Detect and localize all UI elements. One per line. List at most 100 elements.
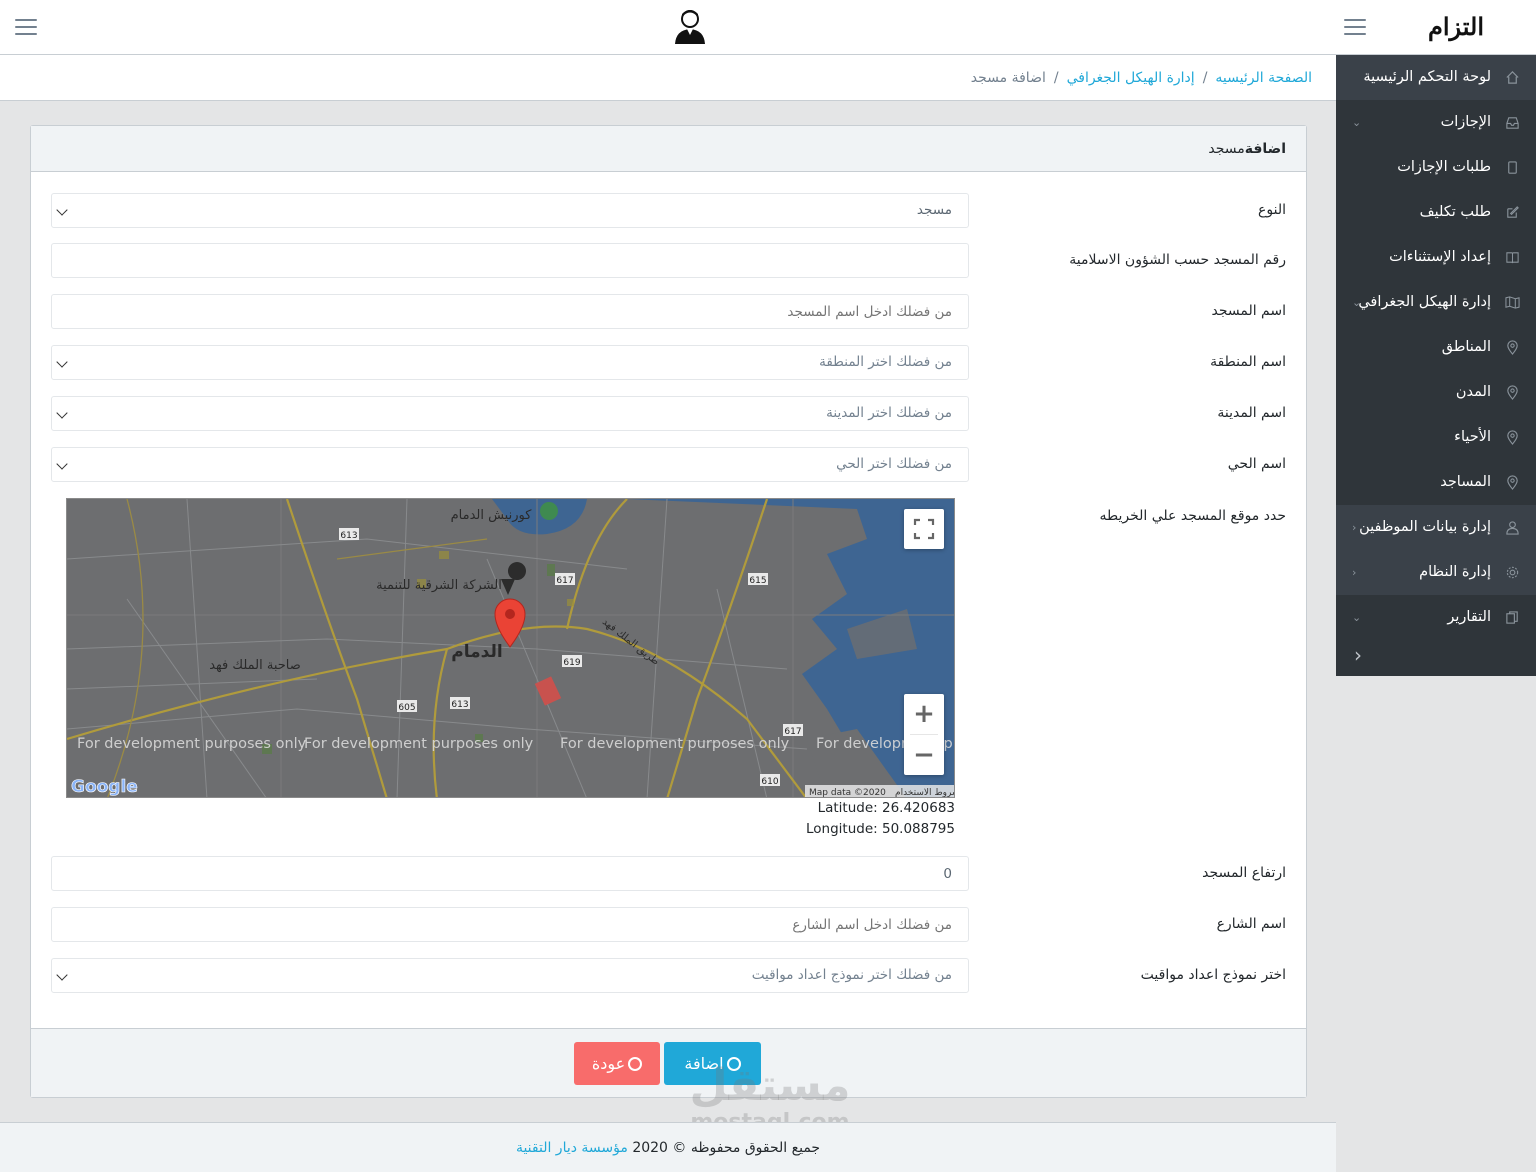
- sidebar-minimizer-icon[interactable]: ›: [1336, 640, 1536, 676]
- inbox-icon: [1506, 117, 1519, 129]
- top-header: التزام: [0, 0, 1536, 55]
- location-map[interactable]: كورنيش الدمام الشركة الشرقية للتنمية صاح…: [66, 498, 955, 798]
- sidebar-item-label: طلب تكليف: [1419, 204, 1491, 220]
- location-pin-icon: [1507, 385, 1518, 400]
- type-select[interactable]: مسجد: [51, 193, 969, 228]
- svg-text:الدمام: الدمام: [451, 642, 502, 662]
- street-label: اسم الشارع: [1216, 916, 1286, 932]
- sidebar: لوحة التحكم الرئيسية الإجازات ⌄ طلبات ال…: [1336, 55, 1536, 676]
- aside-menu-toggle-icon[interactable]: [15, 19, 37, 37]
- map-tiles: كورنيش الدمام الشركة الشرقية للتنمية صاح…: [67, 499, 955, 798]
- sidebar-item-exceptions-setup[interactable]: إعداد الإستثناءات: [1336, 235, 1536, 280]
- svg-text:For development purposes only: For development purposes only: [560, 736, 790, 752]
- svg-text:كورنيش الدمام: كورنيش الدمام: [451, 508, 533, 523]
- sidebar-item-employees[interactable]: إدارة بيانات الموظفين ‹: [1336, 505, 1536, 550]
- map-icon: [1505, 296, 1520, 309]
- timing-template-label: اختر نموذج اعداد مواقيت: [1140, 967, 1286, 983]
- mosque-name-input[interactable]: [51, 294, 969, 329]
- location-pin-icon: [1507, 340, 1518, 355]
- sidebar-item-geo-structure[interactable]: إدارة الهيكل الجغرافي ⌄: [1336, 280, 1536, 325]
- sidebar-item-label: الإجازات: [1440, 114, 1491, 130]
- sidebar-item-dashboard[interactable]: لوحة التحكم الرئيسية: [1336, 55, 1536, 100]
- district-label: اسم الحي: [1227, 456, 1286, 472]
- user-avatar-icon[interactable]: [672, 8, 708, 46]
- mosque-number-label: رقم المسجد حسب الشؤون الاسلامية: [1069, 252, 1286, 268]
- sidebar-item-label: إدارة الهيكل الجغرافي: [1358, 294, 1491, 310]
- sidebar-item-districts[interactable]: الأحياء: [1336, 415, 1536, 460]
- fullscreen-icon[interactable]: [904, 509, 944, 549]
- dot-circle-icon: [726, 1057, 741, 1071]
- mosque-number-input[interactable]: [51, 243, 969, 278]
- svg-text:613: 613: [340, 531, 357, 541]
- sidebar-item-label: إعداد الإستثناءات: [1389, 249, 1491, 265]
- chevron-left-icon: ‹: [1352, 521, 1357, 534]
- zoom-out-button[interactable]: −: [904, 735, 944, 775]
- chevron-down-icon: [56, 458, 68, 470]
- card-title: اضافةمسجد: [31, 126, 1306, 172]
- app-footer: جميع الحقوق محفوظه © 2020 مؤسسة ديار الت…: [0, 1122, 1336, 1172]
- region-select[interactable]: من فضلك اختر المنطقة: [51, 345, 969, 380]
- brand-logo[interactable]: التزام: [1426, 10, 1486, 44]
- city-label: اسم المدينة: [1217, 405, 1286, 421]
- back-button[interactable]: عودة: [574, 1042, 660, 1085]
- sidebar-item-regions[interactable]: المناطق: [1336, 325, 1536, 370]
- sidebar-item-label: إدارة النظام: [1419, 564, 1491, 580]
- chevron-down-icon: ⌄: [1352, 116, 1362, 129]
- sidebar-item-label: الأحياء: [1454, 429, 1491, 445]
- mosque-height-label: ارتفاع المسجد: [1202, 865, 1286, 881]
- sidebar-item-vacation-requests[interactable]: طلبات الإجازات: [1336, 145, 1536, 190]
- chevron-left-icon: ‹: [1352, 566, 1357, 579]
- card-footer: اضافة عودة: [31, 1028, 1306, 1097]
- sidebar-item-label: طلبات الإجازات: [1397, 159, 1491, 175]
- sidebar-item-system[interactable]: إدارة النظام ‹: [1336, 550, 1536, 595]
- svg-text:613: 613: [451, 700, 468, 710]
- timing-template-select[interactable]: من فضلك اختر نموذج اعداد مواقيت: [51, 958, 969, 993]
- chevron-down-icon: ⌄: [1352, 296, 1362, 309]
- sidebar-item-label: المدن: [1455, 384, 1491, 400]
- breadcrumb-home-link[interactable]: الصفحة الرئيسيه: [1215, 70, 1312, 86]
- sidebar-item-label: التقارير: [1447, 609, 1491, 625]
- ban-icon: [628, 1057, 643, 1071]
- chevron-down-icon: [56, 204, 68, 216]
- location-pin-icon: [1507, 430, 1518, 445]
- svg-text:For development purposes only: For development purposes only: [304, 736, 534, 752]
- zoom-controls: + −: [904, 694, 944, 775]
- edit-icon: [1507, 206, 1519, 218]
- sidebar-item-cities[interactable]: المدن: [1336, 370, 1536, 415]
- svg-text:610: 610: [761, 777, 778, 787]
- company-link[interactable]: مؤسسة ديار التقنية: [516, 1140, 628, 1156]
- svg-text:For development purposes only: For development purposes only: [77, 736, 307, 752]
- svg-text:619: 619: [563, 658, 580, 668]
- sidebar-toggle-icon[interactable]: [1344, 19, 1366, 37]
- sidebar-item-label: إدارة بيانات الموظفين: [1359, 519, 1491, 535]
- zoom-in-button[interactable]: +: [904, 694, 944, 734]
- chevron-down-icon: [56, 407, 68, 419]
- chevron-down-icon: ⌄: [1352, 611, 1362, 624]
- svg-text:617: 617: [556, 576, 573, 586]
- gear-icon: [1506, 566, 1519, 579]
- street-input[interactable]: [51, 907, 969, 942]
- svg-text:615: 615: [749, 576, 766, 586]
- sidebar-item-vacations[interactable]: الإجازات ⌄: [1336, 100, 1536, 145]
- sidebar-item-reports[interactable]: التقارير ⌄: [1336, 595, 1536, 640]
- tablet-icon: [1508, 161, 1517, 174]
- mosque-height-input[interactable]: [51, 856, 969, 891]
- add-mosque-card: اضافةمسجد النوع مسجد رقم المسجد حسب الشؤ…: [30, 125, 1307, 1098]
- longitude-text: Longitude: 50.088795: [806, 821, 955, 837]
- book-icon: [1506, 252, 1519, 264]
- sidebar-item-mosques[interactable]: المساجد: [1336, 460, 1536, 505]
- region-label: اسم المنطقة: [1210, 354, 1286, 370]
- svg-text:شروط الاستخدام: شروط الاستخدام: [895, 788, 955, 798]
- breadcrumb: الصفحة الرئيسيه/إدارة الهيكل الجغرافي/اض…: [0, 55, 1336, 101]
- sidebar-item-assignment-request[interactable]: طلب تكليف: [1336, 190, 1536, 235]
- city-select[interactable]: من فضلك اختر المدينة: [51, 396, 969, 431]
- copyright-text: جميع الحقوق محفوظه © 2020: [632, 1140, 821, 1156]
- home-icon: [1506, 71, 1519, 84]
- type-label: النوع: [1258, 202, 1286, 218]
- add-button[interactable]: اضافة: [664, 1042, 761, 1085]
- svg-text:صاحبة الملك فهد: صاحبة الملك فهد: [209, 658, 301, 673]
- breadcrumb-section-link[interactable]: إدارة الهيكل الجغرافي: [1067, 70, 1195, 86]
- mosque-name-label: اسم المسجد: [1211, 303, 1286, 319]
- svg-text:الشركة الشرقية للتنمية: الشركة الشرقية للتنمية: [376, 578, 502, 593]
- district-select[interactable]: من فضلك اختر الحي: [51, 447, 969, 482]
